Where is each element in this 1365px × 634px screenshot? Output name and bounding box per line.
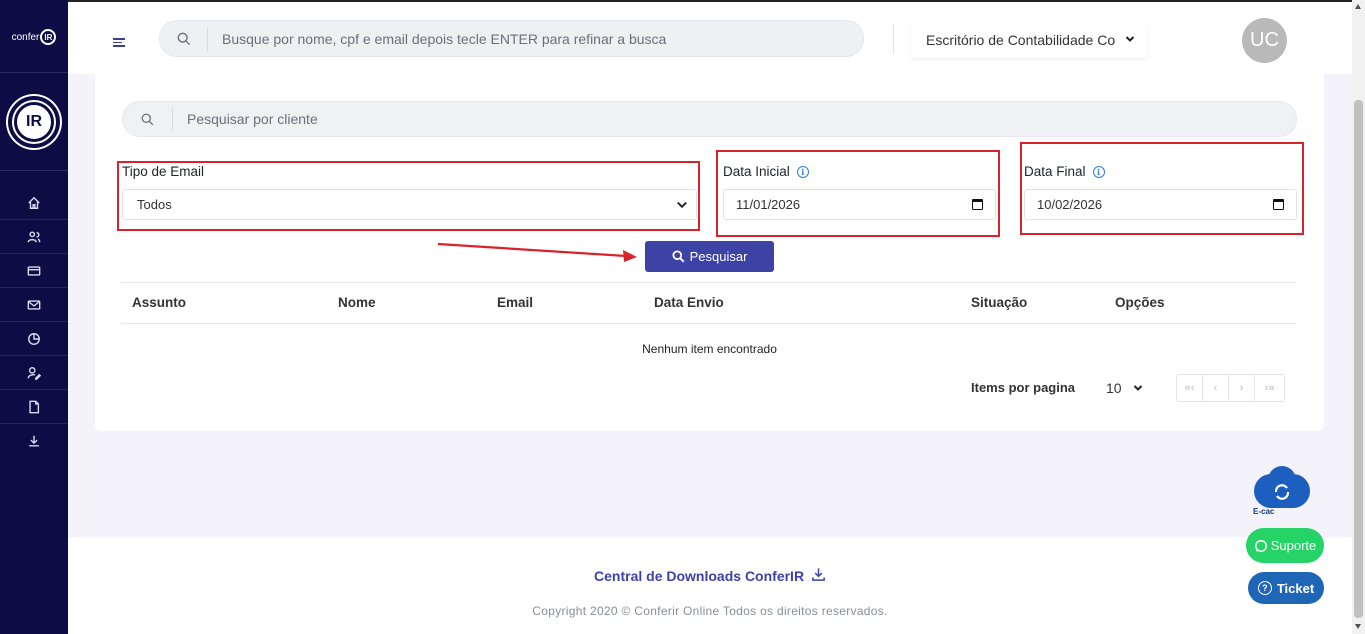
per-page-value: 10: [1106, 380, 1122, 396]
sidebar-divider: [0, 170, 68, 171]
small-logo-text: confer: [11, 31, 40, 43]
highlight-box-email-type: [117, 161, 700, 231]
ecac-label: E-cac: [1253, 507, 1275, 516]
page-scrollbar[interactable]: [1352, 0, 1365, 634]
prev-page-button[interactable]: ‹: [1203, 375, 1229, 401]
user-edit-icon: [27, 366, 41, 380]
big-logo[interactable]: IR: [8, 96, 60, 148]
small-logo[interactable]: confer IR: [6, 26, 62, 48]
empty-table-message: Nenhum item encontrado: [642, 342, 777, 356]
download-icon: [812, 568, 825, 581]
sidebar-item-users[interactable]: [0, 220, 68, 254]
downloads-link[interactable]: Central de Downloads ConferIR: [68, 567, 1352, 584]
sidebar-item-reports[interactable]: [0, 322, 68, 356]
sidebar-item-home[interactable]: [0, 186, 68, 220]
sidebar-item-files[interactable]: [0, 390, 68, 424]
chevron-down-icon: [1125, 36, 1135, 42]
sidebar: confer IR IR: [0, 0, 68, 634]
last-page-button[interactable]: ›»: [1255, 375, 1284, 401]
next-page-button[interactable]: ›: [1229, 375, 1255, 401]
ticket-button[interactable]: ? Ticket: [1248, 572, 1324, 604]
search-button[interactable]: Pesquisar: [645, 241, 774, 272]
sync-icon: [1274, 484, 1290, 500]
avatar[interactable]: UC: [1242, 18, 1287, 63]
office-select[interactable]: Escritório de Contabilidade Co: [911, 22, 1147, 58]
column-header-status[interactable]: Situação: [971, 295, 1027, 310]
annotation-arrow: [437, 242, 637, 262]
per-page-select[interactable]: 10: [1094, 376, 1149, 400]
big-logo-mark: IR: [14, 102, 54, 142]
chevron-down-icon: [1133, 385, 1143, 391]
column-header-email[interactable]: Email: [497, 295, 533, 310]
search-icon: [123, 107, 173, 131]
global-search: [159, 20, 864, 57]
sidebar-divider: [0, 72, 68, 73]
copyright: Copyright 2020 © Conferir Online Todos o…: [532, 604, 888, 618]
client-search: [122, 101, 1297, 137]
highlight-box-end-date: [1020, 142, 1304, 235]
table-top-border: [121, 282, 1297, 283]
card-icon: [27, 265, 41, 276]
question-icon: ?: [1257, 581, 1272, 595]
search-button-label: Pesquisar: [689, 249, 748, 264]
support-button[interactable]: Suporte: [1246, 528, 1324, 563]
email-filter-card: Tipo de Email Todos Data Inicial i 11/01…: [95, 74, 1324, 431]
support-label: Suporte: [1270, 538, 1317, 553]
column-header-subject[interactable]: Assunto: [132, 295, 186, 310]
table-header-border: [121, 323, 1297, 324]
first-page-button[interactable]: «‹: [1177, 375, 1203, 401]
search-icon: [160, 26, 208, 51]
menu-toggle-icon[interactable]: [113, 38, 125, 48]
sidebar-item-mail[interactable]: [0, 288, 68, 322]
small-logo-mark: IR: [40, 29, 57, 45]
scroll-thumb[interactable]: [1354, 100, 1363, 618]
sidebar-item-downloads[interactable]: [0, 424, 68, 458]
search-icon: [672, 250, 685, 263]
scroll-up-arrow-icon[interactable]: [1355, 4, 1361, 9]
download-icon: [29, 435, 39, 447]
global-search-input[interactable]: [208, 30, 863, 47]
scroll-down-arrow-icon[interactable]: [1355, 624, 1361, 629]
client-search-input[interactable]: [173, 111, 1296, 127]
ecac-button[interactable]: E-cac: [1250, 466, 1312, 516]
office-select-value: Escritório de Contabilidade Co: [926, 32, 1116, 48]
highlight-box-start-date: [716, 150, 1000, 237]
column-header-options[interactable]: Opções: [1115, 295, 1165, 310]
topbar-divider: [893, 24, 894, 54]
per-page-label: Items por pagina: [971, 380, 1076, 395]
column-header-name[interactable]: Nome: [338, 295, 376, 310]
file-icon: [29, 400, 40, 413]
pagination: «‹ ‹ › ›»: [1176, 374, 1285, 402]
ticket-label: Ticket: [1276, 580, 1315, 596]
mail-icon: [27, 299, 41, 310]
sidebar-item-user-edit[interactable]: [0, 356, 68, 390]
pie-chart-icon: [28, 332, 40, 345]
column-header-sent-date[interactable]: Data Envio: [654, 295, 724, 310]
sidebar-item-card[interactable]: [0, 254, 68, 288]
footer: Central de Downloads ConferIR Copyright …: [68, 537, 1352, 634]
home-icon: [28, 196, 40, 209]
topbar: Escritório de Contabilidade Co UC: [68, 0, 1352, 74]
downloads-link-label: Central de Downloads ConferIR: [594, 568, 805, 584]
whatsapp-icon: [1254, 539, 1267, 552]
users-icon: [27, 230, 41, 242]
